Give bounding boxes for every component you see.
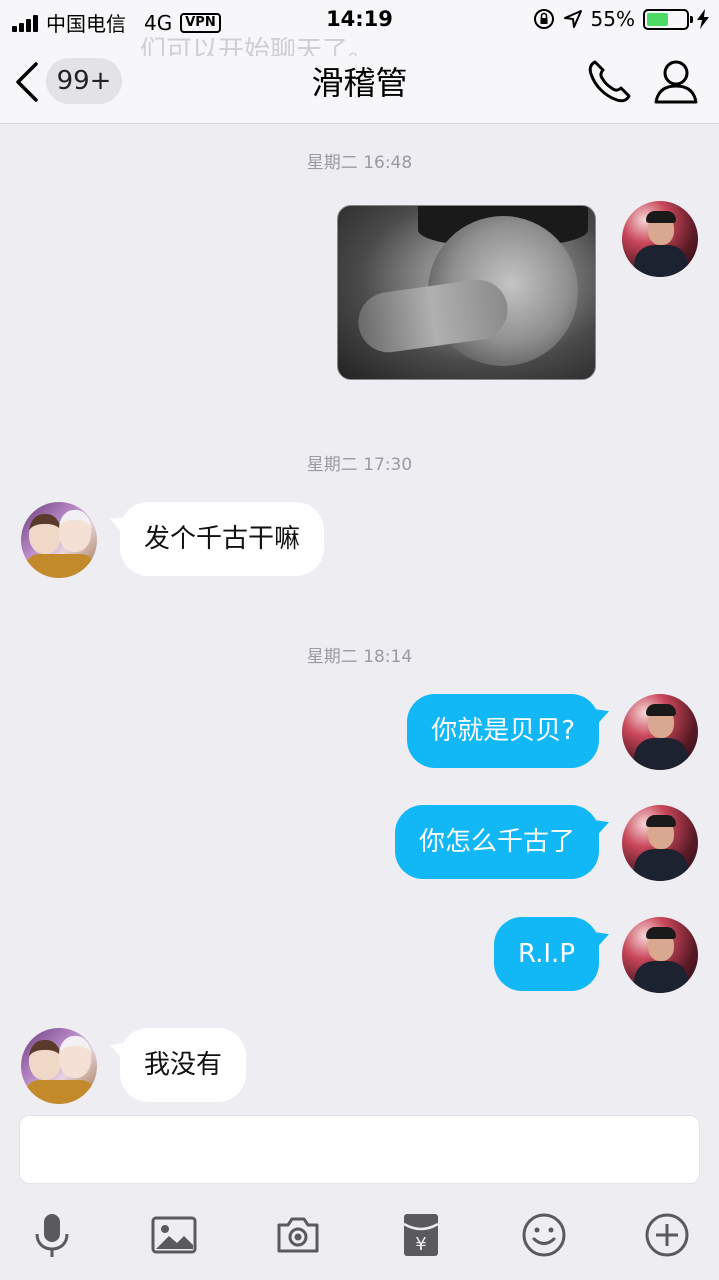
sent-message-bubble[interactable]: R.I.P: [493, 917, 599, 991]
sent-message-bubble[interactable]: 你就是贝贝?: [407, 694, 599, 768]
charging-icon: [697, 9, 709, 29]
message-timestamp: 星期二 17:30: [306, 455, 413, 475]
svg-text:¥: ¥: [415, 1234, 426, 1255]
phone-call-button[interactable]: [585, 58, 633, 106]
battery-fill: [647, 12, 668, 26]
my-avatar[interactable]: [622, 201, 698, 277]
image-icon[interactable]: [149, 1210, 199, 1260]
image-message[interactable]: [337, 205, 596, 380]
status-bar-right: 55%: [533, 7, 709, 31]
status-bar-left: 中国电信 4G VPN: [12, 8, 221, 37]
contact-avatar[interactable]: [21, 1028, 97, 1104]
orientation-lock-icon: [533, 9, 554, 29]
carrier-name: 中国电信: [46, 12, 126, 36]
location-icon: [563, 10, 582, 28]
received-message-bubble[interactable]: 我没有: [120, 1028, 247, 1102]
signal-strength-icon: [12, 14, 38, 32]
emoji-icon[interactable]: [519, 1210, 569, 1260]
my-avatar[interactable]: [622, 694, 698, 770]
notification-preview: 们可以开始聊天了。: [140, 36, 375, 56]
battery-percent: 55%: [590, 7, 635, 31]
battery-icon: [643, 8, 693, 30]
sent-message-bubble[interactable]: 你怎么千古了: [394, 805, 599, 879]
message-timestamp: 星期二 16:48: [306, 153, 413, 173]
contact-avatar[interactable]: [21, 502, 97, 578]
message-input[interactable]: [19, 1115, 700, 1184]
unread-count-badge[interactable]: 99+: [46, 58, 122, 104]
chat-toolbar: ¥: [0, 1200, 719, 1280]
my-avatar[interactable]: [622, 805, 698, 881]
red-packet-icon[interactable]: ¥: [396, 1210, 446, 1260]
camera-icon[interactable]: [273, 1210, 323, 1260]
message-timestamp: 星期二 18:14: [306, 647, 413, 667]
plus-icon[interactable]: [642, 1210, 692, 1260]
received-message-bubble[interactable]: 发个千古干嘛: [120, 502, 325, 576]
microphone-icon[interactable]: [27, 1210, 77, 1260]
profile-button[interactable]: [653, 58, 699, 106]
network-type: 4G: [144, 10, 173, 35]
vpn-badge: VPN: [180, 12, 221, 33]
my-avatar[interactable]: [622, 917, 698, 993]
chat-header: 们可以开始聊天了。 99+ 滑稽管: [0, 36, 719, 124]
back-button[interactable]: [12, 60, 44, 104]
